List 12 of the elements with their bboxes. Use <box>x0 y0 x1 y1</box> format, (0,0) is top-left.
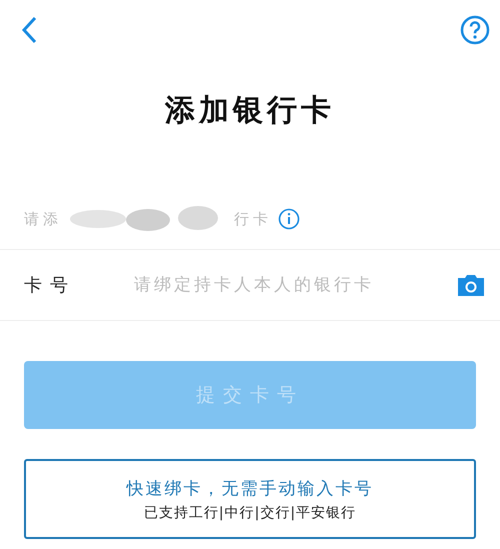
notice-text: 请添 <box>24 210 62 228</box>
page-title: 添加银行卡 <box>164 92 336 130</box>
supported-banks-text: 已支持工行|中行|交行|平安银行 <box>144 504 356 522</box>
camera-icon[interactable] <box>456 273 486 297</box>
quick-bind-title: 快速绑卡，无需手动输入卡号 <box>126 478 374 500</box>
card-number-field[interactable]: 请绑定持卡人本人的银行卡 <box>132 274 456 296</box>
back-icon[interactable] <box>20 15 38 45</box>
help-icon[interactable] <box>460 15 490 45</box>
quick-bind-card[interactable]: 快速绑卡，无需手动输入卡号 已支持工行|中行|交行|平安银行 <box>24 459 476 539</box>
notice-text: 行卡 <box>234 210 272 228</box>
info-icon[interactable] <box>278 208 300 230</box>
card-number-label: 卡号 <box>24 274 77 297</box>
